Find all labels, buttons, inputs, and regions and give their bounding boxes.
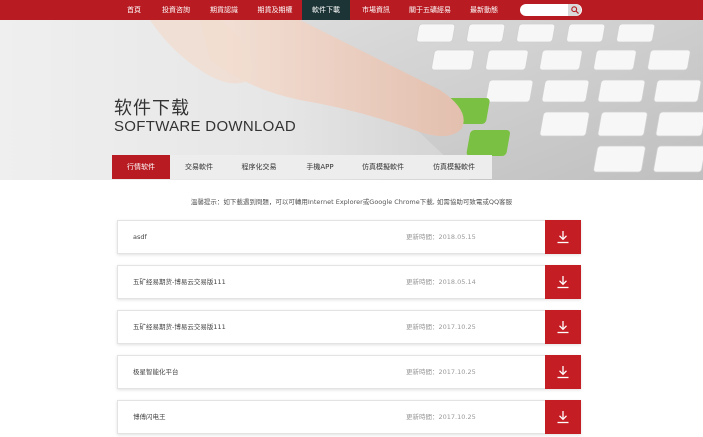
update-time: 更新時間：2017.10.25: [406, 413, 476, 421]
nav-item-about[interactable]: 關于五礦經易: [402, 0, 458, 20]
software-name: 极星智能化平台: [133, 368, 179, 376]
nav-item-home[interactable]: 首頁: [116, 0, 152, 20]
software-name: 博傅闪电王: [133, 413, 166, 421]
banner-title-cn: 软件下载: [114, 98, 190, 119]
update-time: 更新時間：2017.10.25: [406, 323, 476, 331]
update-time: 更新時間：2017.10.25: [406, 368, 476, 376]
download-icon: [557, 366, 569, 379]
download-button[interactable]: [545, 310, 581, 344]
software-name: 五矿经易期货-博易云交易版111: [133, 278, 226, 286]
download-row: 极星智能化平台 更新時間：2017.10.25: [117, 355, 581, 389]
update-time: 更新時間：2018.05.14: [406, 278, 476, 286]
nav-item-futures-intro[interactable]: 期貨認識: [204, 0, 244, 20]
download-row: 五矿经易期货-博易云交易版111 更新時間：2018.05.14: [117, 265, 581, 299]
update-time: 更新時間：2018.05.15: [406, 233, 476, 241]
download-row: 博傅闪电王 更新時間：2017.10.25: [117, 400, 581, 434]
software-name: asdf: [133, 233, 147, 241]
nav-item-futures-options[interactable]: 期貨及期權: [252, 0, 298, 20]
tab-simulation-software-2[interactable]: 仿真模擬軟件: [416, 155, 492, 179]
download-row: asdf 更新時間：2018.05.15: [117, 220, 581, 254]
tab-simulation-software-1[interactable]: 仿真模擬軟件: [350, 155, 416, 179]
tab-mobile-app[interactable]: 手機APP: [290, 155, 350, 179]
download-icon: [557, 231, 569, 244]
nav-item-software-download[interactable]: 軟件下載: [302, 0, 350, 20]
download-button[interactable]: [545, 355, 581, 389]
search-button[interactable]: [568, 4, 581, 16]
software-name: 五矿经易期货-博易云交易版111: [133, 323, 226, 331]
download-icon: [557, 411, 569, 424]
download-button[interactable]: [545, 265, 581, 299]
tab-quote-software[interactable]: 行情软件: [112, 155, 170, 179]
tab-programmatic-trading[interactable]: 程序化交易: [228, 155, 290, 179]
download-icon: [557, 276, 569, 289]
nav-item-news[interactable]: 最新動態: [464, 0, 504, 20]
top-nav: 首頁 投資咨詢 期貨認識 期貨及期權 軟件下載 市場資訊 關于五礦經易 最新動態: [0, 0, 703, 20]
download-icon: [557, 321, 569, 334]
banner-title-en: SOFTWARE DOWNLOAD: [114, 118, 297, 135]
download-row: 五矿经易期货-博易云交易版111 更新時間：2017.10.25: [117, 310, 581, 344]
search-icon: [570, 6, 579, 14]
tab-trading-software[interactable]: 交易軟件: [170, 155, 228, 179]
download-button[interactable]: [545, 400, 581, 434]
nav-item-market-info[interactable]: 市場資訊: [356, 0, 396, 20]
download-button[interactable]: [545, 220, 581, 254]
download-tip: 溫馨提示：如下載遇到問題，可以可轉用Internet Explorer或Goog…: [190, 198, 513, 206]
nav-item-consulting[interactable]: 投資咨詢: [156, 0, 196, 20]
